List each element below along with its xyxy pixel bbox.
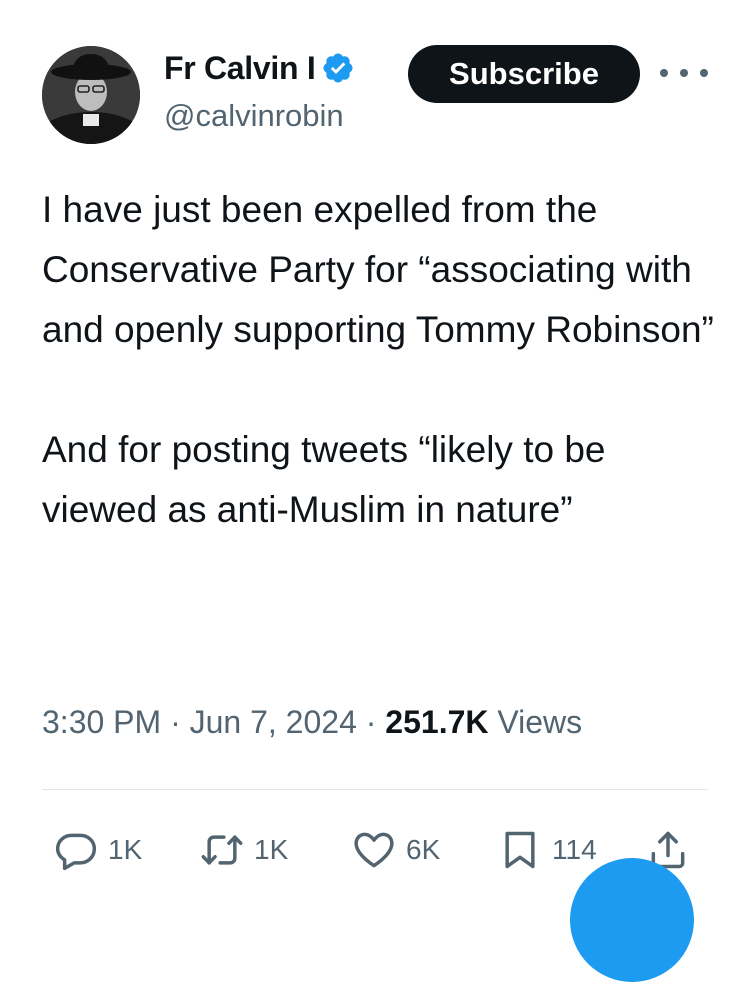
repost-button[interactable]: 1K bbox=[200, 822, 288, 878]
verified-badge-icon bbox=[321, 51, 355, 85]
tweet-date[interactable]: Jun 7, 2024 bbox=[190, 704, 357, 740]
heart-icon bbox=[354, 832, 394, 868]
tweet-paragraph: And for posting tweets “likely to be vie… bbox=[42, 429, 606, 530]
author-name-row[interactable]: Fr Calvin I bbox=[164, 46, 355, 90]
reply-button[interactable]: 1K bbox=[54, 822, 142, 878]
like-button[interactable]: 6K bbox=[352, 822, 440, 878]
bookmark-icon bbox=[505, 831, 535, 869]
author-display-name[interactable]: Fr Calvin I bbox=[164, 50, 316, 87]
more-dot bbox=[680, 69, 688, 77]
more-icon[interactable] bbox=[660, 58, 708, 88]
meta-separator: · bbox=[170, 704, 181, 740]
subscribe-button[interactable]: Subscribe bbox=[408, 45, 640, 103]
tweet-time[interactable]: 3:30 PM bbox=[42, 704, 161, 740]
bookmark-button[interactable]: 114 bbox=[498, 822, 597, 878]
views-count[interactable]: 251.7K bbox=[385, 704, 488, 740]
tweet-meta: 3:30 PM · Jun 7, 2024 · 251.7K Views bbox=[42, 700, 582, 744]
reply-icon bbox=[55, 833, 97, 871]
repost-icon bbox=[201, 835, 243, 865]
tweet-text: I have just been expelled from the Conse… bbox=[42, 180, 722, 540]
avatar[interactable] bbox=[42, 46, 140, 144]
repost-count: 1K bbox=[254, 834, 289, 865]
tweet-paragraph: I have just been expelled from the Conse… bbox=[42, 189, 714, 350]
more-dot bbox=[660, 69, 668, 77]
compose-fab-button[interactable] bbox=[570, 858, 694, 982]
more-dot bbox=[700, 69, 708, 77]
reply-count: 1K bbox=[108, 834, 143, 865]
author-handle[interactable]: @calvinrobin bbox=[164, 98, 344, 134]
views-label: Views bbox=[497, 704, 583, 740]
divider bbox=[42, 789, 708, 790]
meta-separator: · bbox=[365, 704, 377, 740]
bookmark-count: 114 bbox=[552, 834, 597, 865]
like-count: 6K bbox=[406, 834, 441, 865]
